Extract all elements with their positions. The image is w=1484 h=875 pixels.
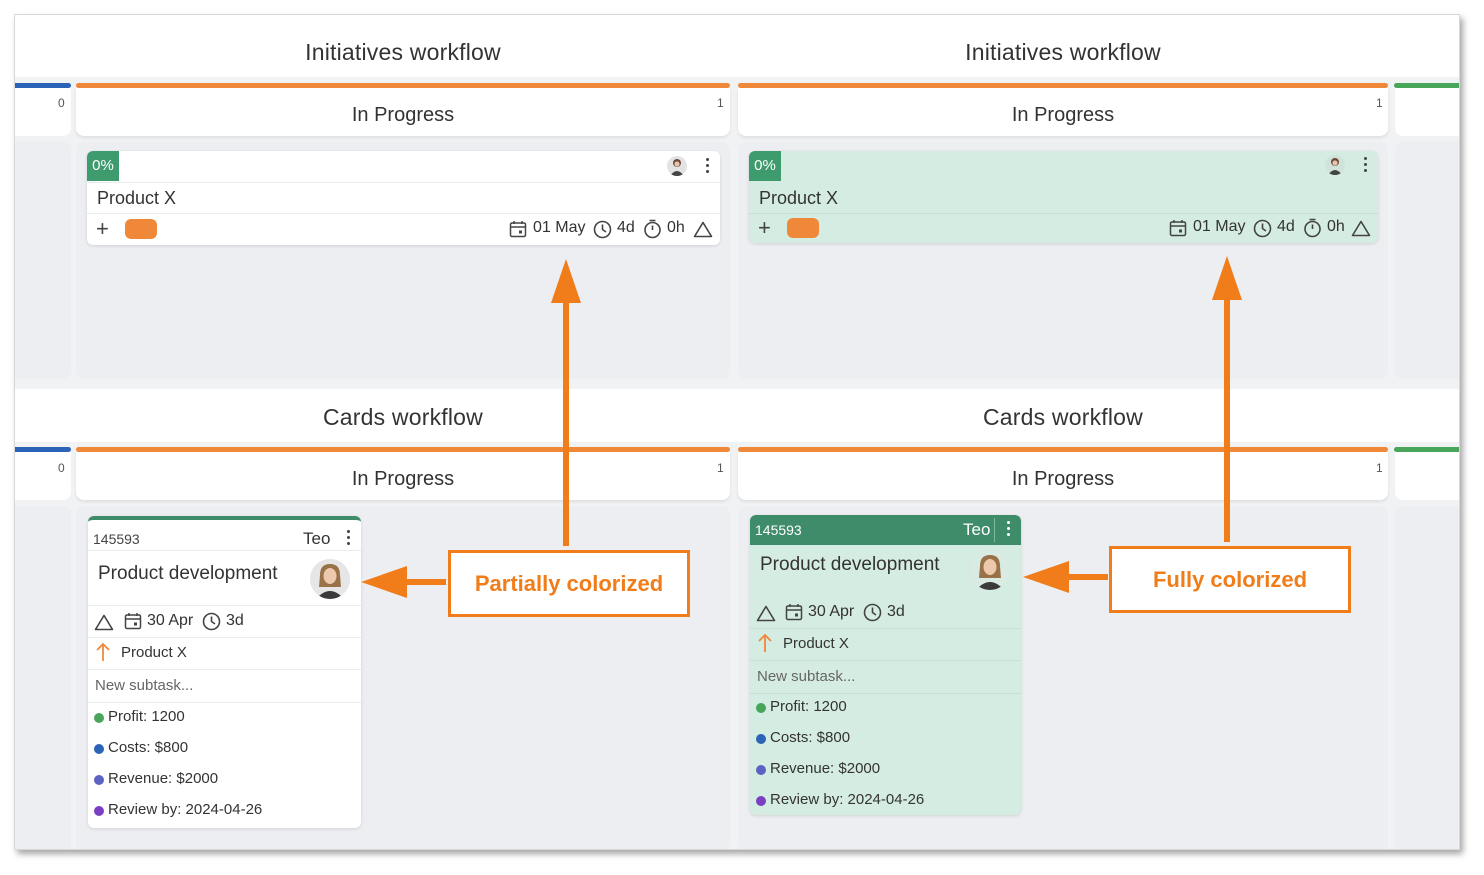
- callout-partial: Partially colorized: [448, 550, 690, 617]
- annotation-arrows: [361, 256, 1242, 598]
- callout-full: Fully colorized: [1109, 546, 1351, 613]
- screenshot-frame: Initiatives workflow Initiatives workflo…: [14, 14, 1460, 850]
